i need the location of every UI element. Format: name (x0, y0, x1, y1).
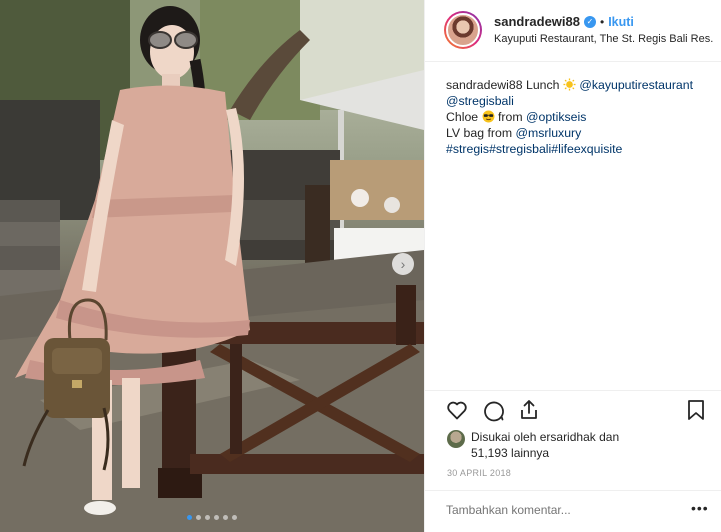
carousel-indicator (0, 515, 424, 520)
liker-avatar[interactable] (447, 430, 465, 448)
likes-prefix: Disukai oleh (471, 430, 537, 444)
likes-conjunction: dan (599, 430, 620, 444)
post-caption: sandradewi88 Lunch @kayuputirestaurant @… (446, 77, 718, 157)
carousel-dot (196, 515, 201, 520)
mention-link[interactable]: @msrluxury (516, 126, 582, 140)
carousel-dot (223, 515, 228, 520)
caption-text: from (497, 110, 523, 124)
user-row: sandradewi88 ✓ • Ikuti (494, 14, 634, 29)
likes-count[interactable]: 51,193 (471, 446, 508, 460)
carousel-dot (205, 515, 210, 520)
more-options-icon[interactable]: ••• (691, 500, 709, 516)
carousel-dot (214, 515, 219, 520)
hashtag-link[interactable]: #stregisbali (489, 142, 551, 156)
follow-button[interactable]: Ikuti (608, 15, 634, 29)
divider (425, 490, 721, 491)
verified-badge-icon: ✓ (584, 15, 596, 28)
carousel-dot (187, 515, 192, 520)
likes-summary: Disukai oleh ersaridhak dan 51,193 lainn… (447, 429, 619, 461)
action-bar (445, 398, 707, 424)
location-link[interactable]: Kayuputi Restaurant, The St. Regis Bali … (494, 33, 714, 45)
profile-avatar[interactable] (444, 11, 482, 49)
hashtag-link[interactable]: #lifeexquisite (551, 142, 622, 156)
sunglasses-emoji-icon (482, 110, 495, 123)
likes-suffix: lainnya (511, 446, 550, 460)
sun-emoji-icon (563, 78, 576, 91)
bookmark-icon[interactable] (685, 398, 707, 422)
mention-link[interactable]: @stregisbali (446, 94, 514, 108)
heart-icon[interactable] (445, 398, 469, 422)
liker-username[interactable]: ersaridhak (540, 430, 596, 444)
mention-link[interactable]: @kayuputirestaurant (579, 78, 693, 92)
post-date[interactable]: 30 APRIL 2018 (447, 468, 511, 478)
next-photo-button[interactable]: › (392, 253, 414, 275)
photo-scene (0, 0, 424, 532)
username-link[interactable]: sandradewi88 (494, 14, 580, 29)
mention-link[interactable]: @optikseis (526, 110, 586, 124)
caption-text: LV bag from (446, 126, 513, 140)
hashtag-link[interactable]: #stregis (446, 142, 489, 156)
comment-icon[interactable] (481, 398, 505, 422)
post-header: sandradewi88 ✓ • Ikuti Kayuputi Restaura… (425, 0, 721, 62)
avatar-image (446, 13, 480, 47)
comment-input[interactable] (446, 503, 666, 517)
caption-text: Lunch (526, 78, 560, 92)
carousel-dot (232, 515, 237, 520)
divider (425, 390, 721, 391)
caption-text: Chloe (446, 110, 479, 124)
post-sidebar: sandradewi88 ✓ • Ikuti Kayuputi Restaura… (424, 0, 721, 532)
share-icon[interactable] (517, 398, 541, 422)
caption-username[interactable]: sandradewi88 (446, 78, 523, 92)
post-photo[interactable]: › (0, 0, 424, 532)
chevron-right-icon: › (400, 256, 406, 272)
separator-dot: • (600, 14, 605, 29)
